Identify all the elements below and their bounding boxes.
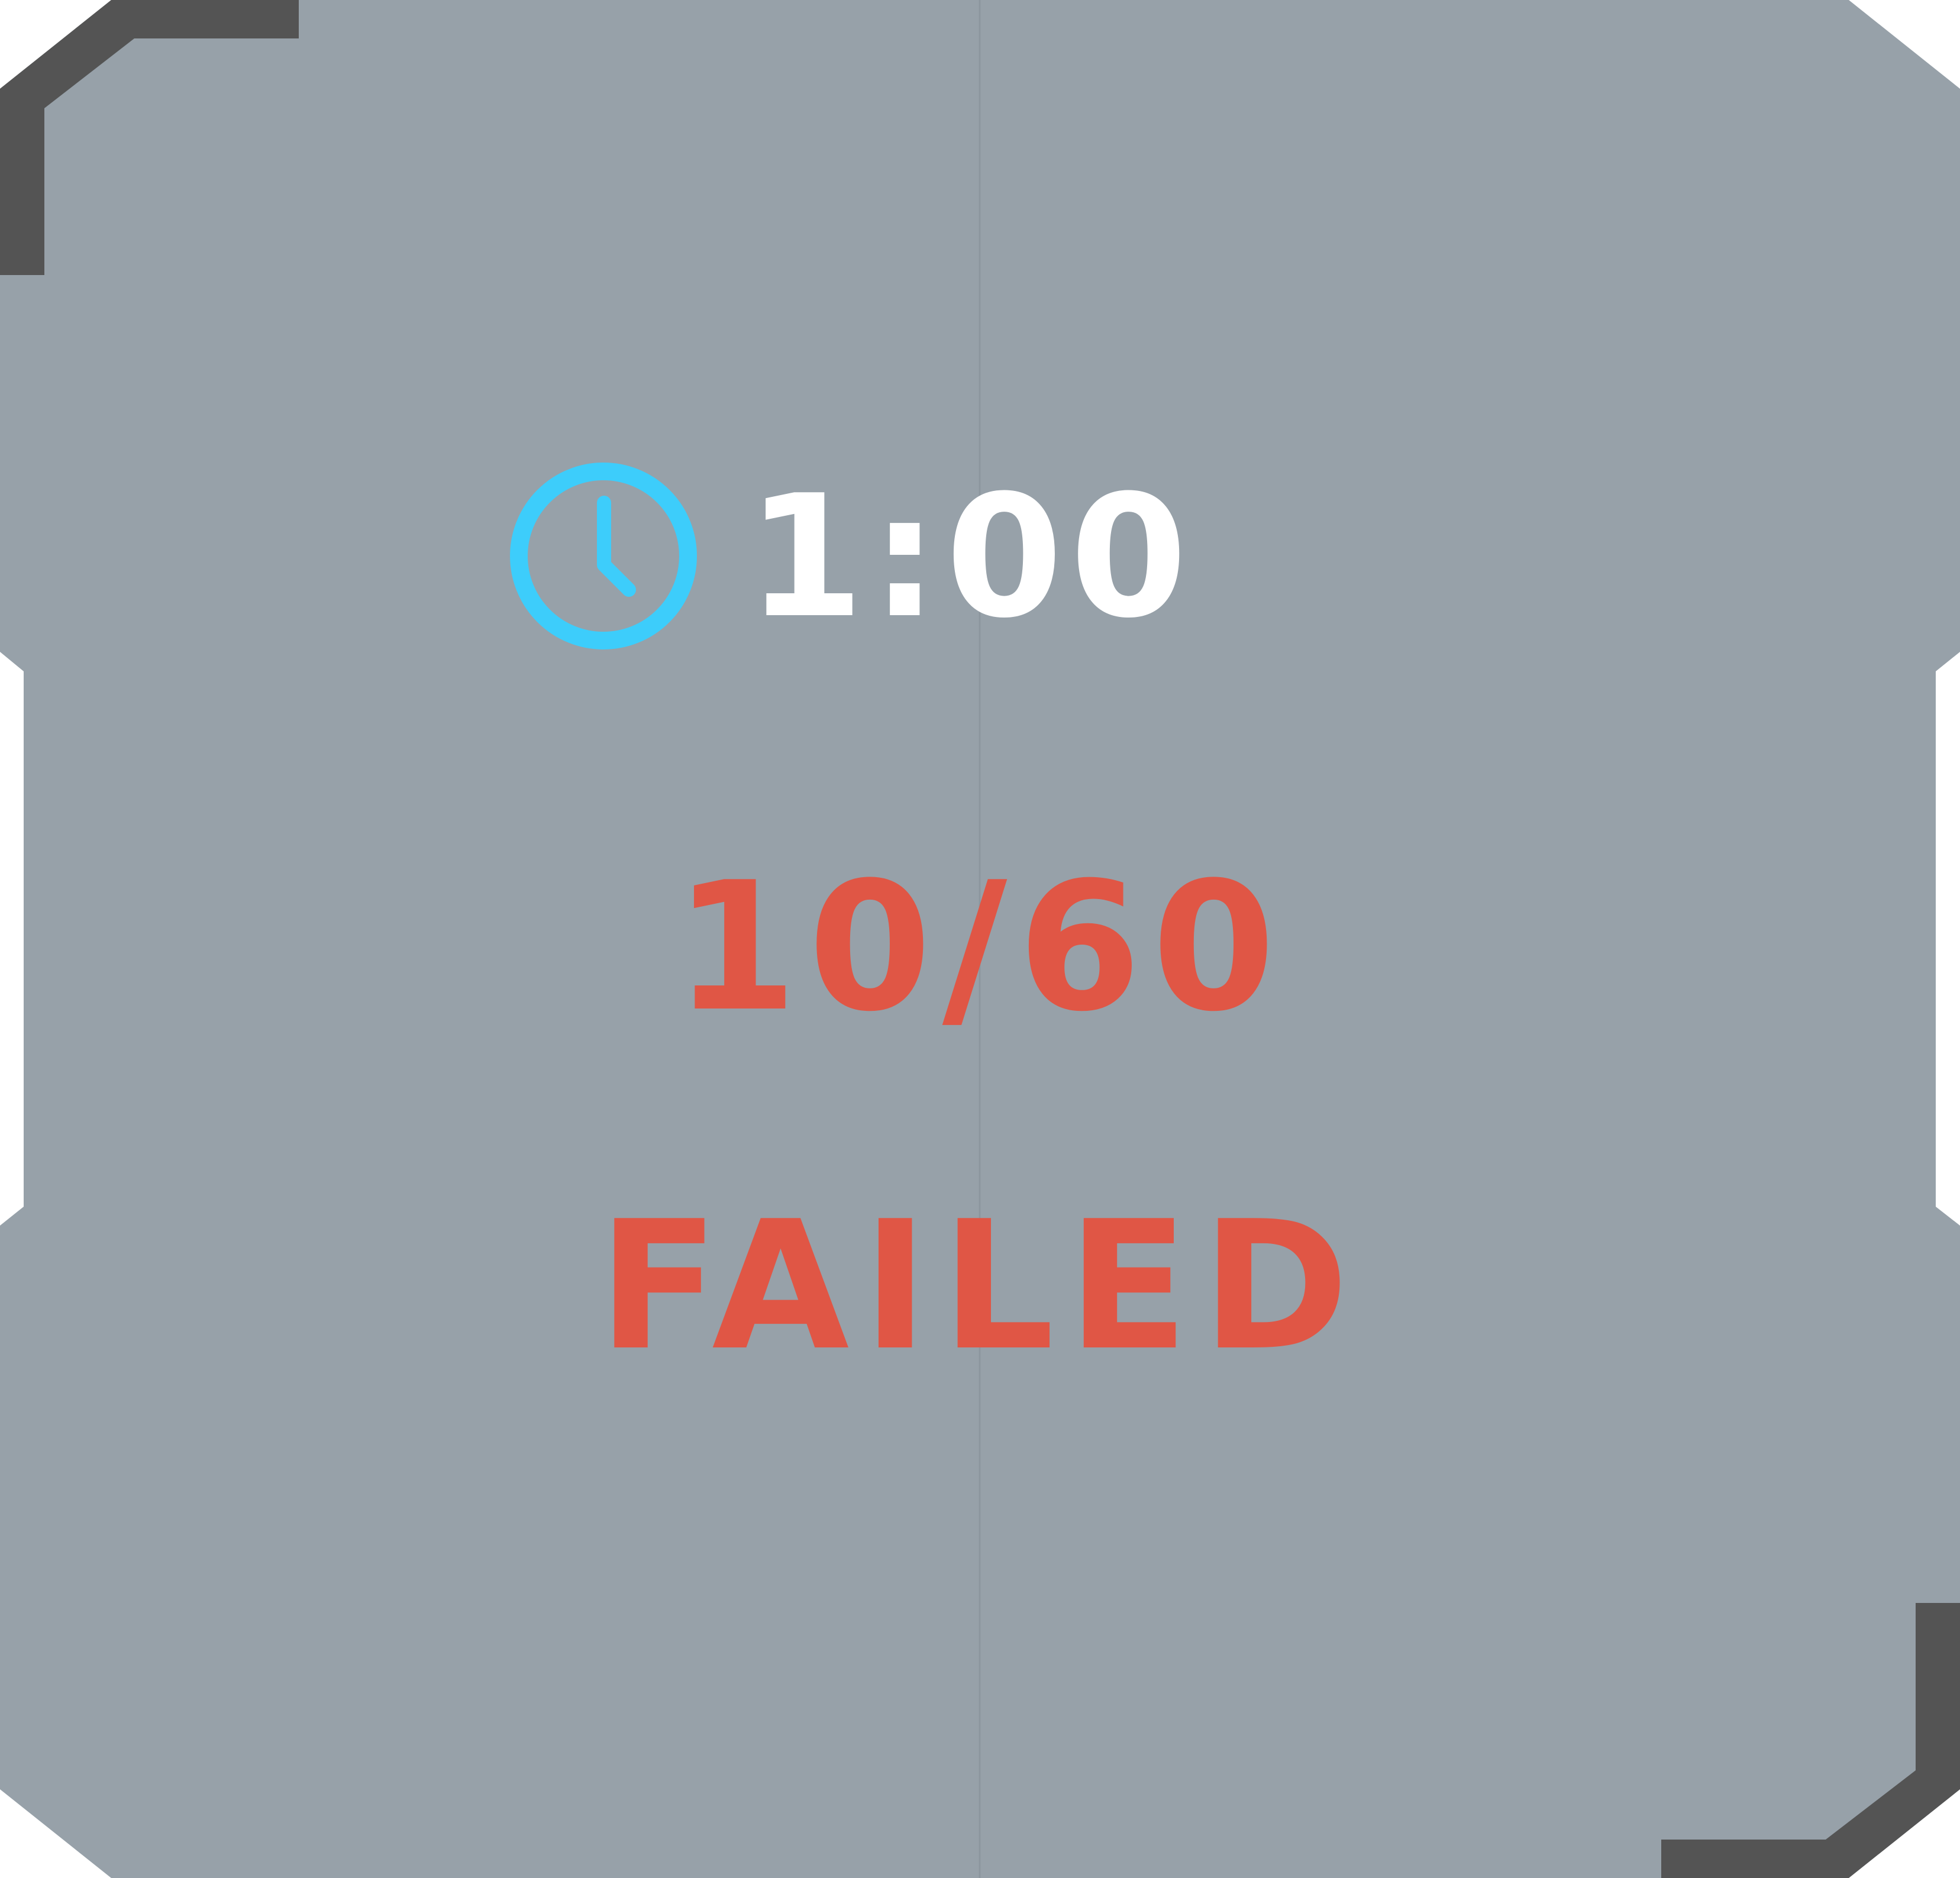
status-failed-label: FAILED (598, 1183, 1362, 1389)
score-value: 10/60 (674, 844, 1286, 1050)
timer-value: 1:00 (747, 459, 1194, 655)
